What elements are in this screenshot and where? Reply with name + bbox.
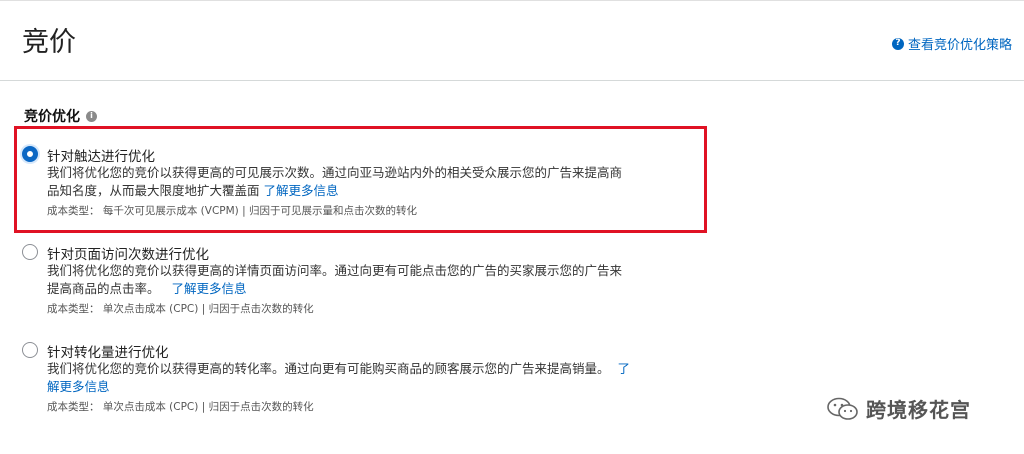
option-conversions[interactable]: 针对转化量进行优化 我们将优化您的竞价以获得更高的转化率。通过向更有可能购买商品… xyxy=(22,342,702,422)
cost-type: 成本类型： 单次点击成本 (CPC) | 归因于点击次数的转化 xyxy=(47,303,314,315)
section-title-label: 竞价优化 xyxy=(24,109,80,125)
description-line: 我们将优化您的竞价以获得更高的详情页面访问率。通过向更有可能点击您的广告的买家展… xyxy=(47,263,623,278)
option-title: 针对转化量进行优化 xyxy=(47,345,169,361)
option-description: 我们将优化您的竞价以获得更高的详情页面访问率。通过向更有可能点击您的广告的买家展… xyxy=(47,262,697,298)
learn-more-link[interactable]: 了解更多信息 xyxy=(171,281,246,296)
page-header: 竞价 ? 查看竞价优化策略 xyxy=(0,1,1024,81)
question-icon: ? xyxy=(891,37,904,50)
radio-conversions[interactable] xyxy=(22,342,38,358)
description-text: 提高商品的点击率。 xyxy=(47,281,160,296)
page-title: 竞价 xyxy=(22,27,76,58)
info-icon[interactable]: i xyxy=(86,110,97,122)
radio-page-visits[interactable] xyxy=(22,244,38,260)
learn-more-link[interactable]: 了 xyxy=(617,361,630,376)
learn-more-link[interactable]: 解更多信息 xyxy=(47,379,110,394)
option-page-visits[interactable]: 针对页面访问次数进行优化 我们将优化您的竞价以获得更高的详情页面访问率。通过向更… xyxy=(22,244,702,324)
wechat-icon xyxy=(827,397,858,420)
option-description: 我们将优化您的竞价以获得更高的转化率。通过向更有可能购买商品的顾客展示您的广告来… xyxy=(47,360,697,396)
bid-strategy-help-link[interactable]: ? 查看竞价优化策略 xyxy=(891,34,1012,53)
description-text: 我们将优化您的竞价以获得更高的转化率。通过向更有可能购买商品的顾客展示您的广告来… xyxy=(47,361,610,376)
bid-optimization-heading: 竞价优化 i xyxy=(24,106,97,126)
description-line: 提高商品的点击率。 了解更多信息 xyxy=(47,280,697,298)
option-title: 针对页面访问次数进行优化 xyxy=(47,247,209,263)
watermark-text: 跨境移花宫 xyxy=(866,398,971,422)
description-line: 我们将优化您的竞价以获得更高的转化率。通过向更有可能购买商品的顾客展示您的广告来… xyxy=(47,360,697,378)
help-link-label: 查看竞价优化策略 xyxy=(907,38,1012,53)
cost-type: 成本类型： 单次点击成本 (CPC) | 归因于点击次数的转化 xyxy=(47,401,314,413)
description-line: 解更多信息 xyxy=(47,378,697,396)
watermark: 跨境移花宫 xyxy=(826,394,971,423)
highlight-annotation-box xyxy=(14,126,707,233)
